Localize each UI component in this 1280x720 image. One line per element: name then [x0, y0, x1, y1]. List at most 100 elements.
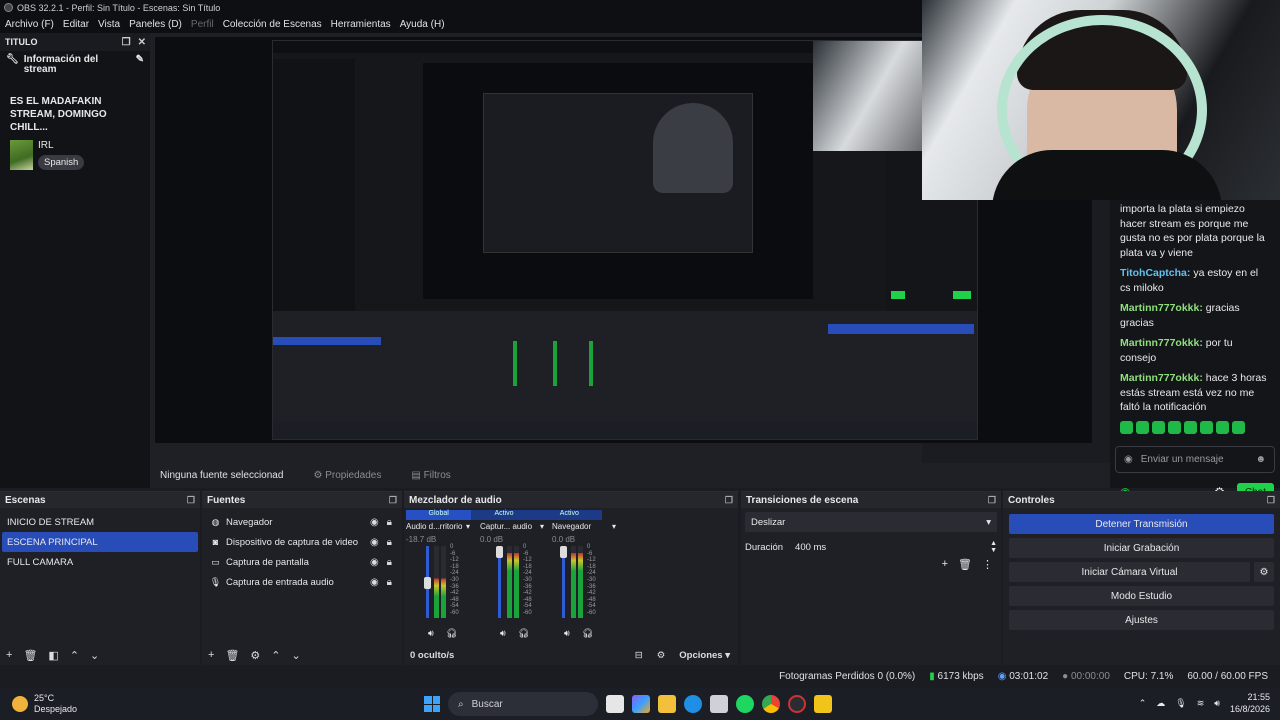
- volume-knob[interactable]: [424, 577, 431, 589]
- stop-streaming-button[interactable]: Detener Transmisión: [1009, 514, 1274, 534]
- move-up-icon[interactable]: ⌃: [271, 649, 280, 662]
- eye-icon[interactable]: ◉: [370, 557, 379, 568]
- menu-paneles[interactable]: Paneles (D): [129, 19, 182, 30]
- menu-herramientas[interactable]: Herramientas: [331, 19, 391, 30]
- chrome-icon[interactable]: [762, 695, 780, 713]
- chat-username[interactable]: Martinn777okkk: [1120, 302, 1199, 314]
- tab-activo[interactable]: Activo: [536, 510, 602, 520]
- popout-icon[interactable]: ❐: [187, 495, 195, 506]
- taskbar-search[interactable]: ⌕ Buscar: [448, 692, 598, 716]
- close-icon[interactable]: ✕: [138, 37, 146, 48]
- chat-username[interactable]: TitohCaptcha: [1120, 267, 1187, 279]
- source-item[interactable]: ◍ Navegador ◉ 🔒︎: [204, 512, 400, 532]
- layout-icon[interactable]: ⊟: [635, 650, 643, 661]
- chevron-down-icon[interactable]: ▾: [540, 522, 544, 531]
- popout-icon[interactable]: ❐: [725, 495, 733, 506]
- emoji-icon[interactable]: ☻: [1255, 454, 1266, 465]
- emote-icon[interactable]: [1200, 420, 1213, 434]
- start-virtual-camera-button[interactable]: Iniciar Cámara Virtual: [1009, 562, 1250, 582]
- menu-vista[interactable]: Vista: [98, 19, 120, 30]
- source-item[interactable]: 🎙︎ Captura de entrada audio ◉ 🔒︎: [204, 572, 400, 592]
- edge-icon[interactable]: [684, 695, 702, 713]
- spotify-icon[interactable]: [736, 695, 754, 713]
- emote-icon[interactable]: [1232, 420, 1245, 434]
- add-icon[interactable]: +: [942, 558, 948, 571]
- scene-item-selected[interactable]: ESCENA PRINCIPAL: [2, 532, 198, 552]
- mic-icon[interactable]: 🎙︎: [1175, 698, 1186, 709]
- emote-icon[interactable]: [1152, 420, 1165, 434]
- tab-global[interactable]: Global: [406, 510, 472, 520]
- duration-stepper[interactable]: ▲ ▼: [990, 540, 997, 554]
- popout-icon[interactable]: ❐: [988, 495, 996, 506]
- headphones-icon[interactable]: 🎧︎: [446, 628, 457, 639]
- eye-icon[interactable]: ◉: [370, 577, 379, 588]
- chat-username[interactable]: Martinn777okkk: [1120, 337, 1199, 349]
- emote-icon[interactable]: [1120, 420, 1133, 434]
- emote-icon[interactable]: [1168, 420, 1181, 434]
- trash-icon[interactable]: 🗑︎: [958, 558, 972, 571]
- gear-icon[interactable]: ⚙: [250, 649, 260, 662]
- filters-button[interactable]: ▤ Filtros: [411, 470, 450, 481]
- lock-icon[interactable]: 🔒︎: [387, 537, 392, 548]
- transition-select[interactable]: Deslizar ▾: [745, 512, 997, 532]
- lock-icon[interactable]: 🔒︎: [387, 517, 392, 528]
- chevron-down-icon[interactable]: ▾: [612, 522, 616, 531]
- copilot-icon[interactable]: [632, 695, 650, 713]
- source-item[interactable]: ▭ Captura de pantalla ◉ 🔒︎: [204, 552, 400, 572]
- scene-item[interactable]: INICIO DE STREAM: [2, 512, 198, 532]
- lock-icon[interactable]: 🔒︎: [387, 577, 392, 588]
- mixer-settings-icon[interactable]: ⚙: [657, 650, 666, 661]
- eye-icon[interactable]: ◉: [370, 537, 379, 548]
- studio-mode-button[interactable]: Modo Estudio: [1009, 586, 1274, 606]
- obs-icon[interactable]: [788, 695, 806, 713]
- clock[interactable]: 21:55 16/8/2026: [1230, 691, 1270, 715]
- windows-start-icon[interactable]: [424, 696, 440, 712]
- menu-perfil[interactable]: Perfil: [191, 19, 214, 30]
- task-view-icon[interactable]: [606, 695, 624, 713]
- chat-input[interactable]: ◉ Enviar un mensaje ☻: [1115, 445, 1275, 473]
- move-up-icon[interactable]: ⌃: [70, 649, 79, 662]
- chevron-down-icon[interactable]: ▾: [466, 522, 470, 531]
- popout-icon[interactable]: ❐: [389, 495, 397, 506]
- options-button[interactable]: Opciones ▾: [679, 650, 730, 661]
- menu-ayuda[interactable]: Ayuda (H): [400, 19, 445, 30]
- settings-button[interactable]: Ajustes: [1009, 610, 1274, 630]
- menu-archivo[interactable]: Archivo (F): [5, 19, 54, 30]
- volume-knob[interactable]: [496, 546, 503, 558]
- file-explorer-icon[interactable]: [658, 695, 676, 713]
- headphones-icon[interactable]: 🎧︎: [518, 628, 529, 639]
- eye-icon[interactable]: ◉: [370, 517, 379, 528]
- filter-icon[interactable]: ◧: [48, 649, 58, 662]
- volume-knob[interactable]: [560, 546, 567, 558]
- cloud-icon[interactable]: ☁: [1156, 698, 1165, 709]
- lock-icon[interactable]: 🔒︎: [387, 557, 392, 568]
- duration-input[interactable]: 400 ms: [795, 542, 826, 553]
- emote-icon[interactable]: [1184, 420, 1197, 434]
- headphones-icon[interactable]: 🎧︎: [582, 628, 593, 639]
- more-icon[interactable]: ⋮: [982, 558, 993, 571]
- add-icon[interactable]: +: [6, 649, 12, 661]
- volume-icon[interactable]: 🔊︎: [1214, 698, 1220, 709]
- tab-activo[interactable]: Activo: [471, 510, 537, 520]
- chevron-up-icon[interactable]: ⌃: [1139, 698, 1147, 709]
- speaker-icon[interactable]: 🔊︎: [428, 628, 434, 639]
- properties-button[interactable]: ⚙ Propiedades: [313, 470, 381, 481]
- trash-icon[interactable]: 🗑︎: [225, 649, 239, 662]
- float-icon[interactable]: ❐: [122, 37, 131, 48]
- popout-icon[interactable]: ❐: [1267, 495, 1275, 506]
- app-icon[interactable]: [814, 695, 832, 713]
- source-item[interactable]: ◙ Dispositivo de captura de video ◉ 🔒︎: [204, 532, 400, 552]
- menu-editar[interactable]: Editar: [63, 19, 89, 30]
- store-icon[interactable]: [710, 695, 728, 713]
- emote-icon[interactable]: [1216, 420, 1229, 434]
- wifi-icon[interactable]: ≋: [1197, 698, 1205, 709]
- weather-widget[interactable]: 25°C Despejado: [0, 693, 77, 715]
- chat-username[interactable]: Martinn777okkk: [1120, 372, 1199, 384]
- emote-icon[interactable]: [1136, 420, 1149, 434]
- speaker-icon[interactable]: 🔊︎: [564, 628, 570, 639]
- virtual-camera-gear-icon[interactable]: ⚙: [1254, 562, 1274, 582]
- start-recording-button[interactable]: Iniciar Grabación: [1009, 538, 1274, 558]
- add-icon[interactable]: +: [208, 649, 214, 661]
- trash-icon[interactable]: 🗑︎: [23, 649, 37, 662]
- scene-item[interactable]: FULL CAMARA: [2, 552, 198, 572]
